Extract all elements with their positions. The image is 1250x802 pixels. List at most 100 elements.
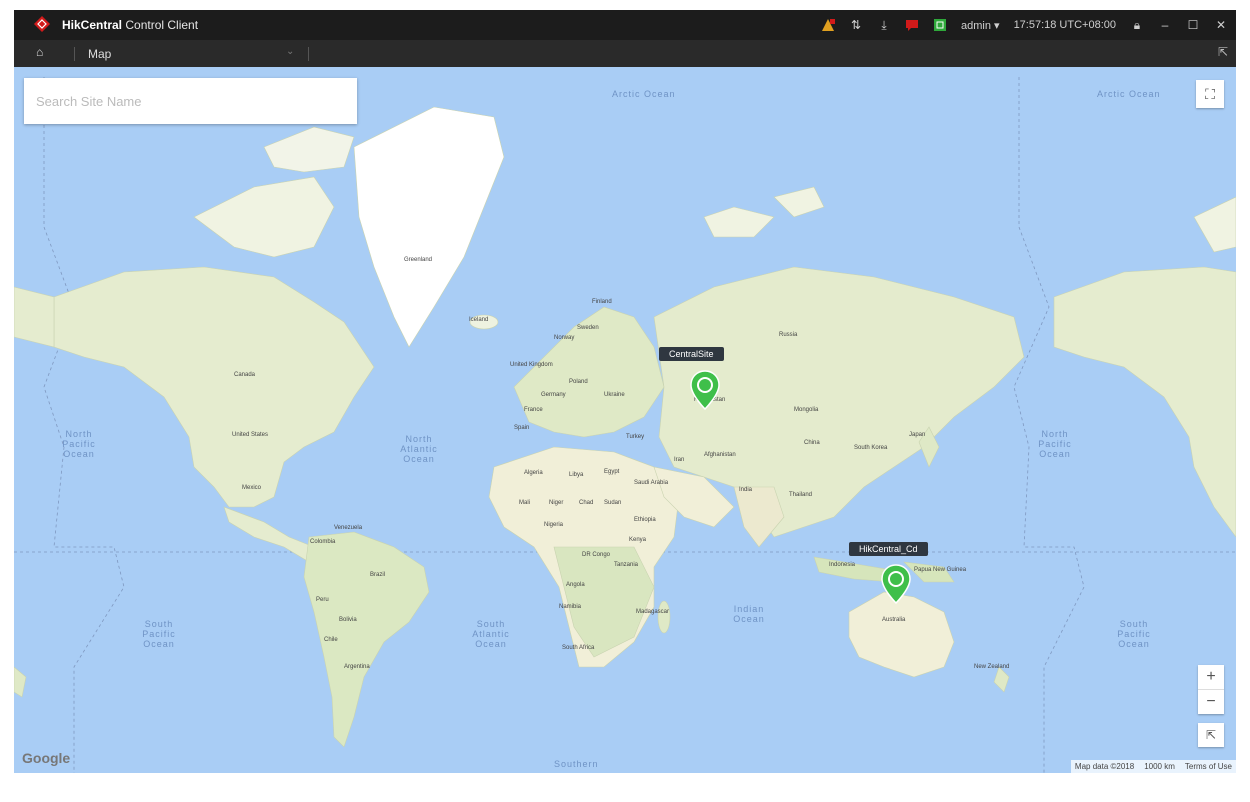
country-label: Brazil: [370, 572, 386, 578]
country-label: Bolivia: [339, 617, 357, 623]
country-label: Ethiopia: [634, 517, 656, 523]
country-label: Namibia: [559, 604, 582, 610]
country-label: New Zealand: [974, 664, 1010, 670]
country-label: Saudi Arabia: [634, 480, 669, 486]
country-label: DR Congo: [582, 552, 611, 558]
grid-icon: ⛶: [1205, 85, 1215, 102]
country-label: Afghanistan: [704, 452, 736, 458]
site-label[interactable]: HikCentral_Cd: [849, 542, 928, 556]
ocean-label: North Pacific Ocean: [1038, 429, 1072, 459]
map-data-text: Map data ©2018: [1074, 762, 1135, 771]
title-bar: HikCentral Control Client ⇅ ⤓ admin ▾ 17…: [14, 10, 1236, 40]
reset-view-button[interactable]: ⇱: [1198, 723, 1224, 747]
country-label: Germany: [541, 392, 566, 398]
country-label: Indonesia: [829, 562, 856, 568]
ocean-label: South Atlantic Ocean: [472, 619, 510, 649]
minimize-icon[interactable]: –: [1158, 18, 1172, 32]
country-label: Ukraine: [604, 392, 625, 398]
country-label: Sudan: [604, 500, 622, 506]
zoom-control: + −: [1198, 665, 1224, 714]
alarm-icon[interactable]: [821, 18, 836, 32]
country-label: Madagascar: [636, 609, 670, 615]
site-marker-icon[interactable]: [881, 564, 911, 604]
country-label: Mali: [519, 500, 531, 506]
ocean-label: Arctic Ocean: [1097, 89, 1161, 99]
module-nav-bar: ⌂ Map ⌄ ⇱: [14, 40, 1236, 67]
country-label: Peru: [316, 597, 329, 603]
status-icon[interactable]: [933, 18, 947, 32]
scale-text: 1000 km: [1144, 762, 1175, 771]
country-label: United Kingdom: [510, 362, 553, 368]
country-label: Iceland: [469, 317, 489, 323]
ocean-label: Arctic Ocean: [612, 89, 676, 99]
lock-icon[interactable]: 🔒︎: [1130, 18, 1144, 32]
country-label: Colombia: [310, 539, 336, 545]
country-label: South Africa: [562, 645, 595, 651]
country-label: Chile: [324, 637, 338, 643]
country-label: Iran: [674, 457, 685, 463]
message-icon[interactable]: [905, 18, 919, 32]
app-title: HikCentral Control Client: [62, 18, 199, 32]
country-label: United States: [232, 432, 269, 438]
ocean-label: Southern: [554, 759, 599, 769]
site-label[interactable]: CentralSite: [659, 347, 724, 361]
site-search-box: [24, 78, 357, 124]
country-label: South Korea: [854, 445, 888, 451]
country-label: Spain: [514, 425, 530, 431]
chevron-down-icon[interactable]: ⌄: [286, 46, 294, 57]
country-label: Tanzania: [614, 562, 639, 568]
country-label: Poland: [569, 379, 588, 385]
site-marker-icon[interactable]: [690, 370, 720, 410]
country-label: Egypt: [604, 469, 620, 475]
user-menu[interactable]: admin ▾: [961, 19, 1000, 32]
country-label: Nigeria: [544, 522, 564, 528]
country-label: Algeria: [524, 470, 543, 476]
country-label: China: [804, 440, 820, 446]
world-map[interactable]: Arctic Ocean Arctic Ocean North Pacific …: [14, 67, 1236, 773]
country-label: Finland: [592, 299, 612, 305]
ocean-label: South Pacific Ocean: [142, 619, 176, 649]
site-search-input[interactable]: [24, 78, 348, 124]
country-label: India: [739, 487, 753, 493]
zoom-in-button[interactable]: +: [1198, 665, 1224, 689]
home-icon[interactable]: ⌂: [36, 45, 43, 59]
country-label: Kenya: [629, 537, 647, 543]
country-label: Canada: [234, 372, 256, 378]
titlebar-actions: ⇅ ⤓ admin ▾ 17:57:18 UTC+08:00 🔒︎ – ☐ ✕: [821, 10, 1228, 40]
country-label: Japan: [909, 432, 926, 438]
close-icon[interactable]: ✕: [1214, 18, 1228, 32]
transfer-icon[interactable]: ⇅: [849, 18, 863, 32]
country-label: Mexico: [242, 485, 262, 491]
country-label: Venezuela: [334, 525, 363, 531]
ocean-label: Indian Ocean: [733, 604, 765, 624]
hikcentral-logo-icon: [34, 16, 50, 32]
maximize-icon[interactable]: ☐: [1186, 18, 1200, 32]
map-attribution: Map data ©2018 1000 km Terms of Use: [1070, 760, 1236, 773]
app-window: HikCentral Control Client ⇅ ⤓ admin ▾ 17…: [14, 10, 1236, 773]
country-label: France: [524, 407, 543, 413]
nav-divider: [74, 47, 75, 61]
country-label: Norway: [554, 335, 575, 341]
country-label: Niger: [549, 500, 564, 506]
country-label: Angola: [566, 582, 585, 588]
country-label: Libya: [569, 472, 584, 478]
map-canvas: [14, 67, 1236, 773]
fullscreen-grid-button[interactable]: ⛶: [1196, 80, 1224, 108]
country-label: Argentina: [344, 664, 370, 670]
zoom-out-button[interactable]: −: [1198, 690, 1224, 714]
popout-icon[interactable]: ⇱: [1218, 45, 1228, 59]
ocean-label: North Pacific Ocean: [62, 429, 96, 459]
terms-link[interactable]: Terms of Use: [1185, 762, 1232, 771]
country-label: Russia: [779, 332, 798, 338]
ocean-label: North Atlantic Ocean: [400, 434, 438, 464]
country-label: Thailand: [789, 492, 813, 498]
download-icon[interactable]: ⤓: [877, 18, 891, 32]
google-logo: Google: [22, 750, 71, 766]
module-tab-label[interactable]: Map: [88, 47, 111, 61]
country-label: Turkey: [626, 434, 645, 440]
country-label: Australia: [882, 617, 906, 623]
country-label: Chad: [579, 500, 594, 506]
clock-text: 17:57:18 UTC+08:00: [1013, 19, 1116, 31]
country-label: Mongolia: [794, 407, 819, 413]
country-label: Sweden: [577, 325, 599, 331]
